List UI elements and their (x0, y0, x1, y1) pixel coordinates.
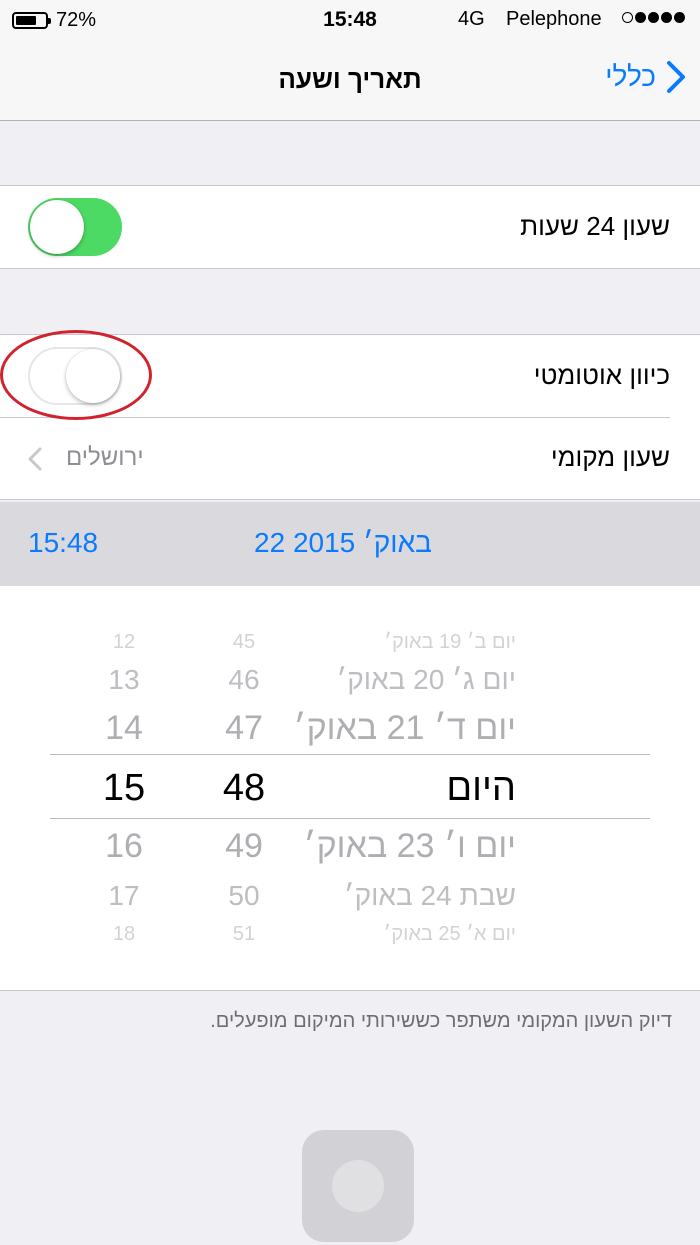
status-bar: 72% 15:48 4G Pelephone (0, 0, 700, 40)
picker-minute-item[interactable]: 49 (218, 829, 270, 863)
picker-hour-item[interactable]: 16 (98, 829, 150, 863)
signal-strength-icon (622, 12, 685, 23)
home-button[interactable] (302, 1130, 414, 1242)
picker-date-item[interactable]: יום א׳ 25 באוק׳ (384, 924, 516, 944)
picker-minute-item[interactable]: 46 (218, 666, 270, 694)
picker-date-item[interactable]: יום ו׳ 23 באוק׳ (304, 829, 516, 863)
picker-date-item[interactable]: היום (446, 769, 516, 807)
picker-hour-item[interactable]: 18 (98, 924, 150, 944)
clock-24h-label: שעון 24 שעות (520, 211, 670, 241)
picker-hour-item[interactable]: 14 (98, 711, 150, 745)
picker-minute-item[interactable]: 51 (218, 924, 270, 944)
date-time-display[interactable]: 22 באוק׳ 2015 15:48 (0, 502, 700, 586)
picker-hour-item[interactable]: 17 (98, 882, 150, 910)
carrier-name: Pelephone (506, 8, 602, 30)
picker-date-item[interactable]: יום ב׳ 19 באוק׳ (384, 632, 516, 652)
picker-hour-item[interactable]: 15 (98, 769, 150, 807)
timezone-value: ירושלים (66, 444, 144, 471)
picker-minute-item[interactable]: 48 (218, 769, 270, 807)
page-title: תאריך ושעה (278, 64, 422, 94)
picker-selection-line (50, 818, 650, 819)
navigation-bar: תאריך ושעה כללי (0, 40, 700, 121)
picker-hour-item[interactable]: 12 (98, 632, 150, 652)
picker-minute-item[interactable]: 45 (218, 632, 270, 652)
home-button-inner (332, 1160, 384, 1212)
auto-time-group: כיוון אוטומטי שעון מקומי ירושלים (0, 334, 700, 500)
back-button[interactable]: כללי (605, 60, 686, 94)
picker-date-item[interactable]: שבת 24 באוק׳ (344, 882, 516, 910)
toggle-knob (66, 349, 120, 403)
picker-minute-item[interactable]: 47 (218, 711, 270, 745)
chevron-left-icon (28, 447, 42, 471)
picker-date-item[interactable]: יום ג׳ 20 באוק׳ (336, 666, 516, 694)
location-accuracy-note: דיוק השעון המקומי משתפר כששירותי המיקום … (210, 1010, 672, 1032)
picker-hour-item[interactable]: 13 (98, 666, 150, 694)
timezone-row[interactable]: שעון מקומי ירושלים (0, 417, 700, 499)
picker-selection-line (50, 754, 650, 755)
clock-24h-toggle[interactable] (28, 198, 122, 256)
timezone-label: שעון מקומי (550, 442, 670, 472)
auto-set-row: כיוון אוטומטי (0, 335, 700, 417)
back-button-label: כללי (605, 61, 656, 92)
clock-24h-row: שעון 24 שעות (0, 186, 700, 268)
network-type: 4G (458, 8, 485, 30)
selected-date: 22 באוק׳ 2015 (254, 527, 432, 558)
auto-set-toggle[interactable] (28, 347, 122, 405)
picker-date-item[interactable]: יום ד׳ 21 באוק׳ (294, 711, 516, 745)
toggle-knob (30, 200, 84, 254)
selected-time: 15:48 (28, 527, 99, 558)
picker-minute-item[interactable]: 50 (218, 882, 270, 910)
chevron-right-icon (667, 61, 685, 93)
clock-format-group: שעון 24 שעות (0, 185, 700, 269)
auto-set-label: כיוון אוטומטי (533, 360, 670, 390)
date-time-picker[interactable]: יום ב׳ 19 באוק׳ יום ג׳ 20 באוק׳ יום ד׳ 21 … (0, 586, 700, 991)
